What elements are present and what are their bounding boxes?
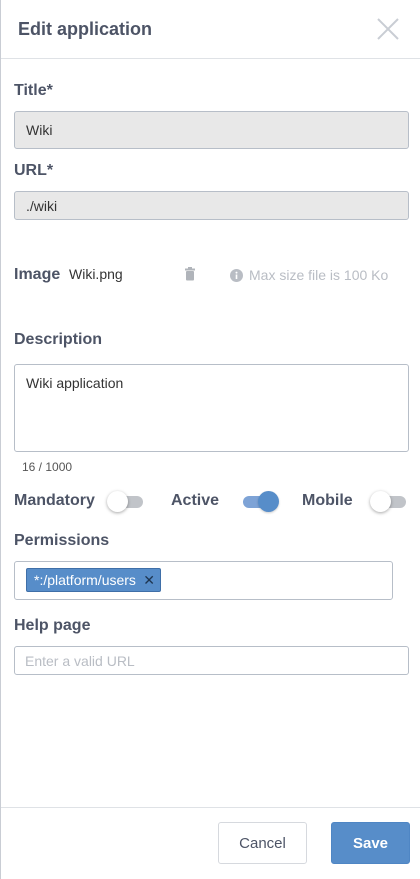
description-label: Description <box>14 331 103 348</box>
mandatory-label: Mandatory <box>14 492 95 509</box>
title-label: Title* <box>14 82 53 99</box>
help-page-label: Help page <box>14 617 91 634</box>
trash-icon[interactable] <box>184 267 196 281</box>
drawer-title: Edit application <box>18 19 153 39</box>
url-field[interactable]: ./wiki <box>14 191 409 220</box>
info-icon <box>230 269 243 282</box>
drawer-header: Edit application <box>1 0 420 59</box>
mandatory-toggle[interactable] <box>107 489 147 513</box>
help-page-url-input[interactable] <box>14 646 409 675</box>
permission-chip: *:/platform/users ✕ <box>26 568 161 592</box>
image-filename: Wiki.png <box>69 266 123 282</box>
url-label: URL* <box>14 162 54 179</box>
permissions-label: Permissions <box>14 532 110 549</box>
image-size-hint: Max size file is 100 Ko <box>249 267 389 283</box>
mobile-toggle[interactable] <box>370 489 410 513</box>
permission-chip-label: *:/platform/users <box>34 572 136 588</box>
description-counter: 16 / 1000 <box>22 460 73 474</box>
permissions-input[interactable]: *:/platform/users ✕ <box>14 561 393 600</box>
toggle-knob <box>258 491 279 512</box>
mobile-label: Mobile <box>302 492 353 509</box>
active-label: Active <box>171 492 220 509</box>
toggle-knob <box>370 491 391 512</box>
image-label: Image <box>14 266 61 283</box>
title-field[interactable]: Wiki <box>14 111 409 149</box>
close-icon[interactable] <box>373 14 403 44</box>
edit-application-drawer: Edit application Title* Wiki URL* ./wiki… <box>0 0 420 879</box>
chip-remove-icon[interactable]: ✕ <box>143 572 155 588</box>
description-textarea[interactable]: Wiki application <box>14 364 409 452</box>
toggle-knob <box>107 491 128 512</box>
cancel-button[interactable]: Cancel <box>218 822 307 864</box>
save-button[interactable]: Save <box>331 822 410 864</box>
active-toggle[interactable] <box>239 489 279 513</box>
